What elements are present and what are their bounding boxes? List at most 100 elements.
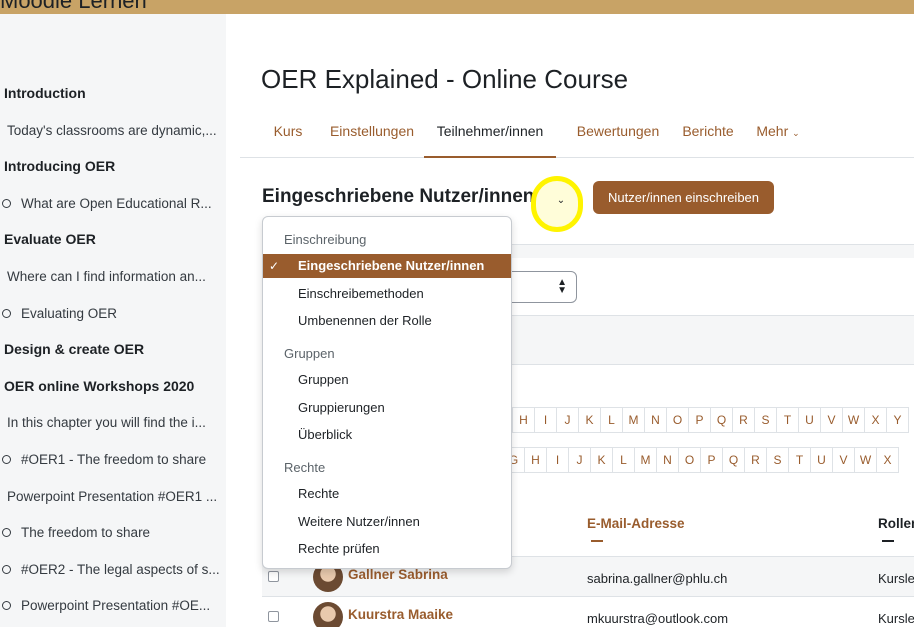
- tab-berichte[interactable]: Berichte: [676, 114, 740, 158]
- menu-item-permissions[interactable]: Rechte: [263, 482, 511, 506]
- tab-kurs[interactable]: Kurs: [262, 114, 314, 158]
- sidebar-item-label: Powerpoint Presentation #OER1 ...: [7, 488, 218, 504]
- initial-letter-button[interactable]: H: [524, 447, 547, 473]
- initial-letter-button[interactable]: U: [798, 407, 821, 433]
- secondary-navigation: Kurs Einstellungen Teilnehmer/innen Bewe…: [240, 114, 914, 158]
- initial-letter-button[interactable]: O: [666, 407, 689, 433]
- initial-letter-button[interactable]: K: [578, 407, 601, 433]
- sidebar-text-item[interactable]: Powerpoint Presentation #OER1 ...: [0, 484, 226, 508]
- completion-circle-icon: [2, 308, 11, 318]
- user-role[interactable]: Kursleiter/in: [878, 571, 914, 586]
- sidebar-activity[interactable]: The freedom to share: [0, 520, 226, 544]
- menu-item-enrolled-users[interactable]: ✓ Eingeschriebene Nutzer/innen: [263, 254, 511, 278]
- initial-letter-button[interactable]: N: [656, 447, 679, 473]
- sidebar-section[interactable]: Design & create OER: [0, 337, 226, 361]
- initial-letter-button[interactable]: L: [600, 407, 623, 433]
- tab-bewertungen[interactable]: Bewertungen: [570, 114, 666, 158]
- initial-letter-button[interactable]: R: [744, 447, 767, 473]
- user-name-link[interactable]: Kuurstra Maaike: [348, 607, 453, 622]
- completion-circle-icon: [2, 454, 11, 464]
- select-user-checkbox[interactable]: [268, 571, 279, 582]
- initial-letter-button[interactable]: Y: [886, 407, 909, 433]
- sidebar-section[interactable]: Introducing OER: [0, 154, 226, 178]
- select-arrows-icon: ▲ ▼: [557, 277, 567, 296]
- initial-letter-button[interactable]: J: [568, 447, 591, 473]
- initial-letter-button[interactable]: W: [854, 447, 877, 473]
- sidebar-activity[interactable]: Evaluating OER: [0, 301, 226, 325]
- initial-letter-button[interactable]: K: [590, 447, 613, 473]
- user-role[interactable]: Kursleiter/in: [878, 611, 914, 626]
- initial-letter-button[interactable]: M: [634, 447, 657, 473]
- sidebar-item-label: Today's classrooms are dynamic,...: [7, 122, 217, 138]
- select-user-checkbox[interactable]: [268, 611, 279, 622]
- initial-letter-button[interactable]: Q: [722, 447, 745, 473]
- sort-dash-icon: [591, 540, 603, 542]
- initial-letter-button[interactable]: O: [678, 447, 701, 473]
- tab-teilnehmer[interactable]: Teilnehmer/innen: [424, 114, 556, 158]
- initial-letter-button[interactable]: S: [754, 407, 777, 433]
- initial-letter-button[interactable]: V: [820, 407, 843, 433]
- sidebar-activity[interactable]: Powerpoint Presentation #OE...: [0, 593, 226, 617]
- initial-letter-button[interactable]: I: [534, 407, 557, 433]
- initial-letter-button[interactable]: W: [842, 407, 865, 433]
- initial-letter-button[interactable]: L: [612, 447, 635, 473]
- course-index-sidebar: Introduction Today's classrooms are dynam…: [0, 14, 226, 627]
- initial-letter-button[interactable]: T: [776, 407, 799, 433]
- chevron-down-icon[interactable]: ⌄: [554, 194, 568, 208]
- menu-item-enrolment-methods[interactable]: Einschreibemethoden: [263, 282, 511, 306]
- sidebar-item-label: Evaluate OER: [4, 231, 96, 247]
- sidebar-section[interactable]: Evaluate OER: [0, 227, 226, 251]
- sidebar-text-item[interactable]: In this chapter you will find the i...: [0, 410, 226, 434]
- initial-letter-button[interactable]: H: [512, 407, 535, 433]
- tab-mehr[interactable]: Mehr ⌄: [748, 114, 808, 158]
- sidebar-section[interactable]: OER online Workshops 2020: [0, 374, 226, 398]
- tab-einstellungen[interactable]: Einstellungen: [322, 114, 422, 158]
- initial-letter-button[interactable]: X: [864, 407, 887, 433]
- initial-letter-button[interactable]: X: [876, 447, 899, 473]
- dropdown-group-label: Einschreibung: [284, 232, 367, 247]
- sidebar-activity[interactable]: #OER2 - The legal aspects of s...: [0, 557, 226, 581]
- initial-letter-button[interactable]: S: [766, 447, 789, 473]
- sidebar-item-label: #OER1 - The freedom to share: [21, 451, 207, 467]
- menu-item-groups[interactable]: Gruppen: [263, 368, 511, 392]
- initial-letter-button[interactable]: V: [832, 447, 855, 473]
- user-email: sabrina.gallner@phlu.ch: [587, 571, 728, 586]
- participants-navigation-dropdown: Einschreibung ✓ Eingeschriebene Nutzer/in…: [262, 216, 512, 569]
- site-brand[interactable]: Moodle Lernen: [0, 0, 147, 14]
- initial-letter-button[interactable]: R: [732, 407, 755, 433]
- initial-letter-button[interactable]: P: [688, 407, 711, 433]
- initial-letter-button[interactable]: U: [810, 447, 833, 473]
- completion-circle-icon: [2, 600, 11, 610]
- enrol-users-button[interactable]: Nutzer/innen einschreiben: [593, 181, 774, 214]
- initial-letter-button[interactable]: T: [788, 447, 811, 473]
- menu-item-other-users[interactable]: Weitere Nutzer/innen: [263, 510, 511, 534]
- menu-item-groupings[interactable]: Gruppierungen: [263, 396, 511, 420]
- sidebar-activity[interactable]: What are Open Educational R...: [0, 191, 226, 215]
- initial-letter-button[interactable]: N: [644, 407, 667, 433]
- sidebar-section[interactable]: Introduction: [0, 81, 226, 105]
- sidebar-item-label: OER online Workshops 2020: [4, 378, 195, 394]
- sidebar-text-item[interactable]: Today's classrooms are dynamic,...: [0, 118, 226, 142]
- initial-letter-button[interactable]: M: [622, 407, 645, 433]
- column-header-email[interactable]: E-Mail-Adresse: [587, 516, 685, 531]
- completion-circle-icon: [2, 527, 11, 537]
- initial-letter-button[interactable]: P: [700, 447, 723, 473]
- menu-item-overview[interactable]: Überblick: [263, 423, 511, 447]
- menu-item-rename-role[interactable]: Umbenennen der Rolle: [263, 309, 511, 333]
- initial-letter-button[interactable]: Q: [710, 407, 733, 433]
- sidebar-item-label: Design & create OER: [4, 341, 145, 357]
- sidebar-text-item[interactable]: Where can I find information an...: [0, 264, 226, 288]
- sidebar-activity[interactable]: #OER1 - The freedom to share: [0, 447, 226, 471]
- menu-item-check-permissions[interactable]: Rechte prüfen: [263, 537, 511, 561]
- lastname-initials-bar: GHIJKLMNOPQRSTUVWX: [502, 447, 899, 473]
- column-header-roles: Rollen: [878, 516, 914, 531]
- table-row: Kuurstra Maaike mkuurstra@outlook.com Ku…: [262, 596, 914, 627]
- initial-letter-button[interactable]: I: [546, 447, 569, 473]
- dropdown-group-label: Rechte: [284, 460, 326, 475]
- completion-circle-icon: [2, 198, 11, 208]
- dropdown-group-label: Gruppen: [284, 346, 335, 361]
- user-name-link[interactable]: Gallner Sabrina: [348, 567, 448, 582]
- initial-letter-button[interactable]: J: [556, 407, 579, 433]
- user-email: mkuurstra@outlook.com: [587, 611, 729, 626]
- chevron-down-icon: ⌄: [792, 128, 800, 138]
